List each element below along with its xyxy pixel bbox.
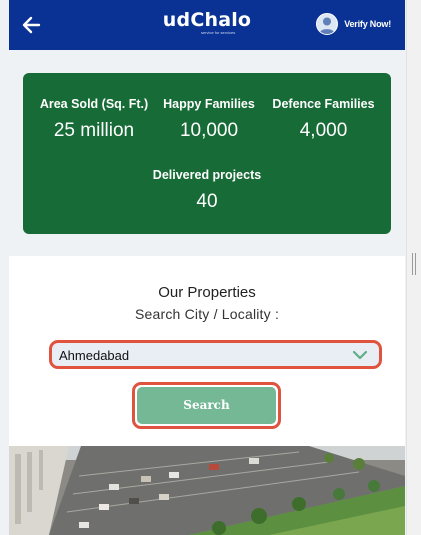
back-button[interactable] xyxy=(19,12,47,38)
city-select[interactable]: Ahmedabad xyxy=(49,340,382,369)
stat-defence-families: Defence Families 4,000 xyxy=(268,97,379,141)
user-avatar-icon xyxy=(316,13,339,35)
search-button-highlight: Search xyxy=(132,382,281,429)
stat-label: Defence Families xyxy=(272,97,375,111)
stat-value: 4,000 xyxy=(299,120,348,141)
section-title: Our Properties xyxy=(158,284,256,301)
stat-value: 10,000 xyxy=(179,120,239,141)
chevron-down-icon xyxy=(352,350,368,360)
top-header: udChalo service for services Verify Now! xyxy=(9,0,405,50)
arrow-left-icon xyxy=(22,16,41,34)
property-aerial-image xyxy=(9,446,405,535)
udchalo-logo[interactable]: udChalo service for services xyxy=(157,9,257,35)
stat-label: Area Sold (Sq. Ft.) xyxy=(39,97,149,111)
app-viewport: udChalo service for services Verify Now!… xyxy=(0,0,406,535)
search-city-label: Search City / Locality : xyxy=(134,306,280,322)
stat-value: 40 xyxy=(196,191,218,212)
stat-value: 25 million xyxy=(53,120,135,141)
verify-now-label: Verify Now! xyxy=(344,19,391,29)
scrollbar-thumb[interactable] xyxy=(412,253,416,275)
search-button[interactable]: Search xyxy=(137,387,276,424)
properties-search-section: Our Properties Search City / Locality : … xyxy=(9,256,405,446)
stats-card: Area Sold (Sq. Ft.) 25 million Happy Fam… xyxy=(23,73,391,234)
stat-label: Happy Families xyxy=(163,97,255,111)
verify-now-button[interactable]: Verify Now! xyxy=(316,13,391,35)
stat-delivered-projects: Delivered projects 40 xyxy=(123,168,291,212)
stat-happy-families: Happy Families 10,000 xyxy=(147,97,271,141)
logo-text: udChalo xyxy=(162,9,252,31)
stat-label: Delivered projects xyxy=(152,168,262,182)
stat-area-sold: Area Sold (Sq. Ft.) 25 million xyxy=(27,97,161,141)
selected-city: Ahmedabad xyxy=(59,348,130,363)
page-scrollbar[interactable] xyxy=(406,0,421,535)
